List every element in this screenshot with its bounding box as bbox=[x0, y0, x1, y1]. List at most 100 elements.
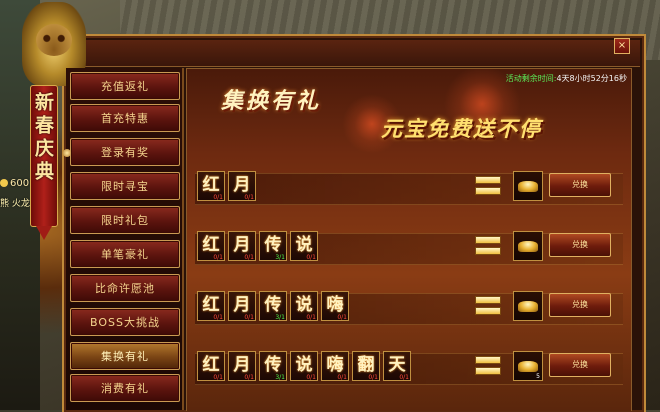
character-glyph: 天 bbox=[388, 355, 406, 375]
panel-subtitle: 元宝免费送不停 bbox=[381, 116, 542, 141]
character-count: 0/1 bbox=[306, 314, 316, 321]
sidebar-item-recharge-rebate[interactable]: 充值返礼 bbox=[70, 72, 180, 100]
character-item-slot[interactable]: 天 0/1 bbox=[383, 351, 411, 381]
exchange-button[interactable]: 兑换 bbox=[549, 173, 611, 197]
character-item-slot[interactable]: 说 0/1 bbox=[290, 231, 318, 261]
exchange-row: 红 0/1 月 0/1 兑换 bbox=[195, 171, 623, 205]
exchange-row: 红 0/1 月 0/1 传 3/1 说 0/1 嗨 0/1 翻 0/1 天 0/1 5 兑换 bbox=[195, 351, 623, 385]
character-item-slot[interactable]: 红 0/1 bbox=[197, 231, 225, 261]
character-glyph: 嗨 bbox=[326, 295, 344, 315]
character-count: 0/1 bbox=[244, 314, 254, 321]
character-item-slot[interactable]: 翻 0/1 bbox=[352, 351, 380, 381]
character-count: 0/1 bbox=[337, 374, 347, 381]
sidebar-item-exchange-gift[interactable]: 集换有礼 bbox=[70, 342, 180, 370]
character-glyph: 传 bbox=[264, 355, 282, 375]
sidebar-item-login-reward[interactable]: 登录有奖 bbox=[63, 138, 180, 166]
sidebar-item-boss-challenge[interactable]: BOSS大挑战 bbox=[70, 308, 180, 336]
character-item-slot[interactable]: 月 0/1 bbox=[228, 231, 256, 261]
character-glyph: 说 bbox=[295, 295, 313, 315]
gold-coin-icon bbox=[0, 179, 8, 187]
character-count: 0/1 bbox=[213, 194, 223, 201]
exchange-button[interactable]: 兑换 bbox=[549, 233, 611, 257]
character-item-slot[interactable]: 月 0/1 bbox=[228, 171, 256, 201]
panel-title: 集换有礼 bbox=[221, 88, 322, 114]
equals-icon bbox=[475, 295, 501, 317]
character-glyph: 说 bbox=[295, 355, 313, 375]
timer-label: 活动剩余时间: bbox=[505, 74, 557, 83]
character-glyph: 红 bbox=[202, 175, 220, 195]
gold-ingot-icon bbox=[518, 181, 538, 192]
sidebar-item-treasure-hunt[interactable]: 限时寻宝 bbox=[70, 172, 180, 200]
timer-value: 4天8小时52分16秒 bbox=[556, 74, 627, 83]
character-glyph: 传 bbox=[264, 295, 282, 315]
gold-ingot-icon bbox=[518, 361, 538, 372]
sidebar-item-single-recharge[interactable]: 单笔豪礼 bbox=[70, 240, 180, 268]
character-item-slot[interactable]: 说 0/1 bbox=[290, 291, 318, 321]
equals-icon bbox=[475, 235, 501, 257]
exchange-panel: 活动剩余时间:4天8小时52分16秒 集换有礼 元宝免费送不停 红 0/1 月 0/1… bbox=[186, 68, 632, 411]
character-count: 3/1 bbox=[275, 314, 285, 321]
reward-slot[interactable] bbox=[513, 171, 543, 201]
sidebar-item-spend-gift[interactable]: 消费有礼 bbox=[70, 374, 180, 402]
event-banner-text: 新春庆典 bbox=[32, 92, 54, 184]
character-glyph: 月 bbox=[233, 235, 251, 255]
reward-slot[interactable] bbox=[513, 291, 543, 321]
character-count: 0/1 bbox=[337, 314, 347, 321]
bullet-icon bbox=[63, 149, 71, 157]
exchange-row: 红 0/1 月 0/1 传 3/1 说 0/1 嗨 0/1 兑换 bbox=[195, 291, 623, 325]
sidebar-item-label: 登录有奖 bbox=[101, 146, 149, 159]
character-count: 0/1 bbox=[306, 254, 316, 261]
character-item-slot[interactable]: 月 0/1 bbox=[228, 291, 256, 321]
character-glyph: 月 bbox=[233, 175, 251, 195]
character-item-slot[interactable]: 嗨 0/1 bbox=[321, 351, 349, 381]
reward-slot[interactable]: 5 bbox=[513, 351, 543, 381]
character-count: 0/1 bbox=[244, 194, 254, 201]
equals-icon bbox=[475, 175, 501, 197]
character-item-slot[interactable]: 嗨 0/1 bbox=[321, 291, 349, 321]
character-item-slot[interactable]: 说 0/1 bbox=[290, 351, 318, 381]
sidebar-item-timed-gift[interactable]: 限时礼包 bbox=[70, 206, 180, 234]
window-title-bar: × bbox=[68, 38, 640, 67]
character-glyph: 嗨 bbox=[326, 355, 344, 375]
character-glyph: 红 bbox=[202, 355, 220, 375]
banner-tip bbox=[36, 226, 52, 240]
character-count: 0/1 bbox=[213, 314, 223, 321]
character-count: 3/1 bbox=[275, 374, 285, 381]
event-timer: 活动剩余时间:4天8小时52分16秒 bbox=[506, 73, 627, 84]
character-item-slot[interactable]: 传 3/1 bbox=[259, 291, 287, 321]
character-count: 0/1 bbox=[399, 374, 409, 381]
reward-quantity: 5 bbox=[536, 373, 540, 380]
sidebar-item-wishing-pool[interactable]: 比命许愿池 bbox=[70, 274, 180, 302]
reward-slot[interactable] bbox=[513, 231, 543, 261]
character-glyph: 翻 bbox=[357, 355, 375, 375]
character-glyph: 红 bbox=[202, 295, 220, 315]
character-count: 0/1 bbox=[213, 254, 223, 261]
exchange-button[interactable]: 兑换 bbox=[549, 353, 611, 377]
character-item-slot[interactable]: 传 3/1 bbox=[259, 351, 287, 381]
character-glyph: 月 bbox=[233, 355, 251, 375]
character-item-slot[interactable]: 红 0/1 bbox=[197, 351, 225, 381]
character-count: 0/1 bbox=[244, 254, 254, 261]
character-item-slot[interactable]: 红 0/1 bbox=[197, 171, 225, 201]
event-banner: 新春庆典 bbox=[30, 85, 58, 240]
character-count: 3/1 bbox=[275, 254, 285, 261]
character-glyph: 红 bbox=[202, 235, 220, 255]
character-glyph: 传 bbox=[264, 235, 282, 255]
character-glyph: 说 bbox=[295, 235, 313, 255]
sidebar-item-first-recharge[interactable]: 首充特惠 bbox=[70, 104, 180, 132]
player-name: 熊 火龙 bbox=[0, 199, 30, 209]
equals-icon bbox=[475, 355, 501, 377]
gold-amount: 600 bbox=[10, 178, 30, 189]
character-count: 0/1 bbox=[244, 374, 254, 381]
character-item-slot[interactable]: 红 0/1 bbox=[197, 291, 225, 321]
character-item-slot[interactable]: 月 0/1 bbox=[228, 351, 256, 381]
gold-ingot-icon bbox=[518, 301, 538, 312]
exchange-button[interactable]: 兑换 bbox=[549, 293, 611, 317]
close-button[interactable]: × bbox=[614, 38, 630, 54]
character-count: 0/1 bbox=[213, 374, 223, 381]
gold-ingot-icon bbox=[518, 241, 538, 252]
gold-readout: 600 bbox=[0, 178, 29, 189]
character-item-slot[interactable]: 传 3/1 bbox=[259, 231, 287, 261]
character-glyph: 月 bbox=[233, 295, 251, 315]
character-count: 0/1 bbox=[306, 374, 316, 381]
